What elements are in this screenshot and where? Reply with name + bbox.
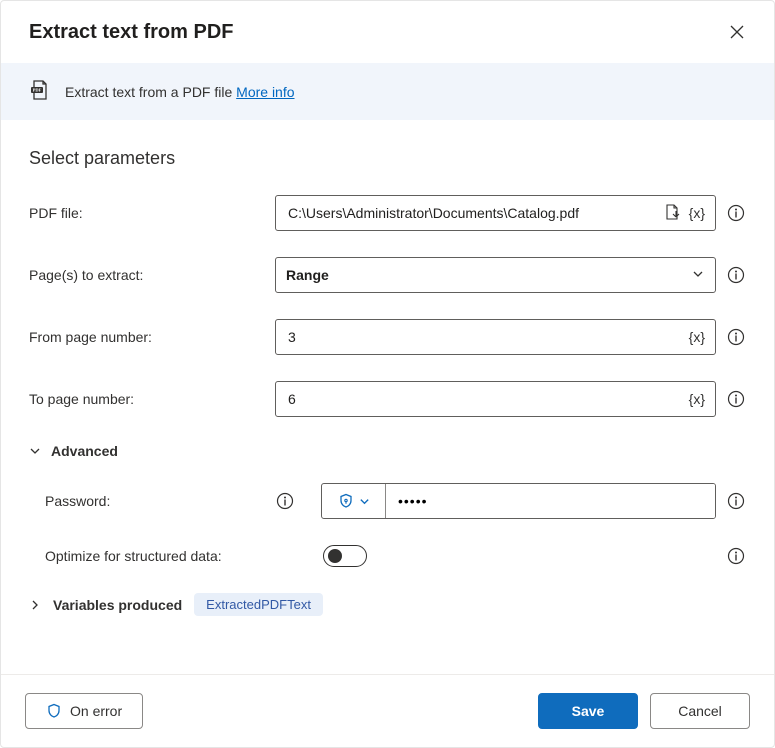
variables-produced-row: Variables produced ExtractedPDFText [29,593,746,616]
to-page-input[interactable]: {x} [275,381,716,417]
row-password: Password: [29,483,746,519]
chevron-down-icon [29,445,41,457]
insert-variable-icon[interactable]: {x} [689,205,705,221]
insert-variable-icon[interactable]: {x} [689,329,705,345]
pdf-file-icon: PDF [29,79,51,104]
pages-to-extract-value: Range [286,267,683,283]
save-label: Save [572,703,605,719]
help-icon-password-left[interactable] [275,491,295,511]
dialog-header: Extract text from PDF [1,1,774,63]
label-pdf-file: PDF file: [29,205,275,221]
pdf-file-input[interactable]: {x} [275,195,716,231]
variables-produced-label: Variables produced [53,597,182,613]
row-to-page: To page number: {x} [29,381,746,417]
on-error-button[interactable]: On error [25,693,143,729]
advanced-label: Advanced [51,443,118,459]
shield-outline-icon [46,703,62,719]
row-from-page: From page number: {x} [29,319,746,355]
cancel-button[interactable]: Cancel [650,693,750,729]
label-optimize: Optimize for structured data: [29,548,323,564]
dialog-footer: On error Save Cancel [1,674,774,747]
chevron-down-icon [359,496,370,507]
section-heading: Select parameters [29,148,746,169]
pdf-file-field[interactable] [286,204,655,222]
help-icon-to-page[interactable] [726,389,746,409]
info-description: Extract text from a PDF file [65,84,232,100]
on-error-label: On error [70,703,122,719]
dialog-body: Select parameters PDF file: [1,120,774,674]
chevron-right-icon[interactable] [29,599,41,611]
to-page-field[interactable] [286,390,681,408]
help-icon-pages[interactable] [726,265,746,285]
from-page-field[interactable] [286,328,681,346]
help-icon-password[interactable] [726,491,746,511]
info-band: PDF Extract text from a PDF file More in… [1,63,774,120]
password-field[interactable] [386,484,715,518]
chevron-down-icon [691,267,705,284]
shield-icon [338,493,354,509]
help-icon-from-page[interactable] [726,327,746,347]
pages-to-extract-select[interactable]: Range [275,257,716,293]
row-pages-to-extract: Page(s) to extract: Range [29,257,746,293]
row-optimize: Optimize for structured data: [29,545,746,567]
optimize-toggle[interactable] [323,545,367,567]
label-password: Password: [29,493,275,509]
from-page-input[interactable]: {x} [275,319,716,355]
help-icon-pdf-file[interactable] [726,203,746,223]
help-icon-optimize[interactable] [726,546,746,566]
extract-text-from-pdf-dialog: Extract text from PDF PDF Extract text f… [0,0,775,748]
close-button[interactable] [724,19,750,45]
dialog-title: Extract text from PDF [29,21,234,44]
label-from-page: From page number: [29,329,275,345]
password-group [321,483,716,519]
password-mode-button[interactable] [322,484,386,518]
variable-chip-extracted-pdf-text[interactable]: ExtractedPDFText [194,593,323,616]
more-info-link[interactable]: More info [236,84,294,100]
cancel-label: Cancel [678,703,722,719]
svg-text:PDF: PDF [33,88,42,93]
save-button[interactable]: Save [538,693,638,729]
info-band-text: Extract text from a PDF file More info [65,84,295,100]
toggle-knob [328,549,342,563]
insert-variable-icon[interactable]: {x} [689,391,705,407]
label-to-page: To page number: [29,391,275,407]
label-pages-to-extract: Page(s) to extract: [29,267,275,283]
row-pdf-file: PDF file: {x} [29,195,746,231]
advanced-expander[interactable]: Advanced [29,443,746,459]
advanced-section: Password: [29,483,746,567]
select-file-icon[interactable] [663,203,681,224]
close-icon [730,25,744,39]
